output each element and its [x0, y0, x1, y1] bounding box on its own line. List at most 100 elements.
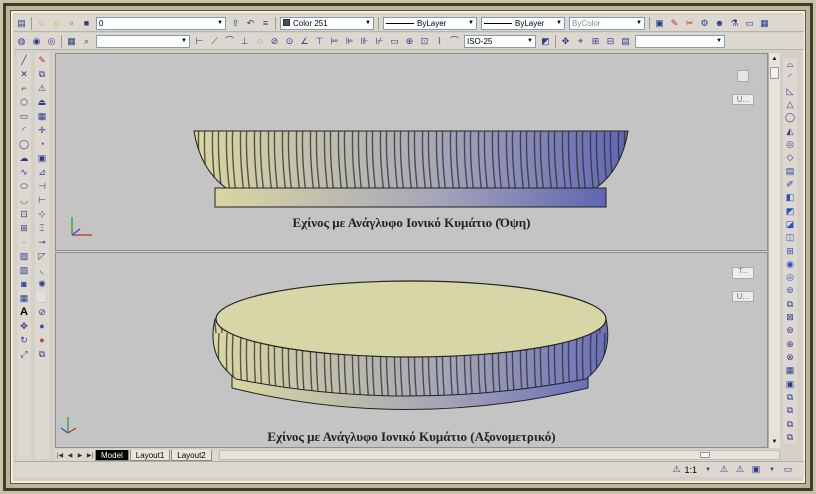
rectangle-icon[interactable]: ▭: [18, 110, 30, 122]
zoom-realtime-icon[interactable]: ⌖: [574, 35, 587, 48]
plotstyle-combo[interactable]: ByColor ▼: [569, 16, 645, 30]
plot-icon[interactable]: ⚙: [698, 17, 711, 30]
earth-icon[interactable]: ◍: [15, 35, 28, 48]
diameter-icon[interactable]: ⊙: [283, 35, 296, 48]
stack4-icon[interactable]: ⧉: [784, 432, 796, 443]
cone-icon[interactable]: ◭: [784, 126, 796, 137]
gradient-icon[interactable]: ▧: [18, 264, 30, 276]
cylinder-icon[interactable]: ⌓: [784, 59, 796, 70]
horizontal-scrollbar[interactable]: [218, 450, 780, 460]
ellipse-icon[interactable]: ⬭: [18, 180, 30, 192]
clean-screen-icon[interactable]: ▭: [781, 464, 795, 476]
color-sphere-icon[interactable]: ●: [36, 334, 48, 346]
properties-icon[interactable]: ▤: [619, 35, 632, 48]
layer-combo[interactable]: 0 ▼: [96, 16, 226, 30]
lock-icon[interactable]: ▫: [65, 17, 78, 30]
interfere-icon[interactable]: ⊠: [784, 312, 796, 323]
viewport-axonometric[interactable]: Εχίνος με Ανάγλυφο Ιονικό Κυμάτιο (Αξονο…: [55, 252, 768, 448]
polyline-icon[interactable]: ⌐: [18, 82, 30, 94]
move2-icon[interactable]: ✛: [36, 124, 48, 136]
inspection-icon[interactable]: ⊡: [418, 35, 431, 48]
sweep-icon[interactable]: ◫: [784, 232, 796, 243]
array-icon[interactable]: ▦: [36, 110, 48, 122]
dimstyle-combo[interactable]: ISO-25 ▼: [464, 34, 536, 48]
layer-previous-icon[interactable]: ↶: [244, 17, 257, 30]
angular-icon[interactable]: ∠: [298, 35, 311, 48]
linear-dim-icon[interactable]: ⊢: [193, 35, 206, 48]
dim-edit-icon[interactable]: ⌒: [448, 35, 461, 48]
baseline-icon[interactable]: ⊨: [328, 35, 341, 48]
prev-tab-icon[interactable]: ◀: [65, 452, 75, 459]
chamfer-icon[interactable]: ◸: [36, 250, 48, 262]
first-tab-icon[interactable]: |◀: [55, 452, 65, 459]
tolerance-icon[interactable]: ▭: [388, 35, 401, 48]
save-icon[interactable]: ✂: [683, 17, 696, 30]
stretch-icon[interactable]: ⊿: [36, 166, 48, 178]
zoom-prev-icon[interactable]: ⊟: [604, 35, 617, 48]
hscroll-thumb[interactable]: [699, 452, 710, 458]
ordinate-icon[interactable]: ⊥: [238, 35, 251, 48]
annotation-visibility-icon[interactable]: ⚠: [717, 464, 731, 476]
jogged-linear-icon[interactable]: ⌇: [433, 35, 446, 48]
make-block-icon[interactable]: ⊞: [18, 222, 30, 234]
zoom-icon[interactable]: ⌕: [80, 35, 93, 48]
named-views-combo[interactable]: ▼: [96, 34, 190, 48]
revolve-icon[interactable]: ◩: [784, 205, 796, 216]
workspace-combo[interactable]: ▼: [635, 34, 725, 48]
render-icon[interactable]: ◉: [30, 35, 43, 48]
extrude-icon[interactable]: ◧: [784, 192, 796, 203]
revcloud-icon[interactable]: ☁: [18, 152, 30, 164]
stack1-icon[interactable]: ⧉: [784, 392, 796, 403]
rotate2-icon[interactable]: ◔: [36, 138, 48, 150]
ellipse-arc-icon[interactable]: ◡: [18, 194, 30, 206]
continue-icon[interactable]: ⊫: [343, 35, 356, 48]
orbit-icon[interactable]: ⊛: [784, 325, 796, 336]
wedge-icon[interactable]: ◺: [784, 86, 796, 97]
viewport-elevation[interactable]: Εχίνος με Ανάγλυφο Ιονικό Κυμάτιο (Όψη) …: [55, 53, 768, 251]
pan-icon[interactable]: ✥: [559, 35, 572, 48]
circle-icon[interactable]: ◯: [18, 138, 30, 150]
tab-model[interactable]: Model: [95, 449, 129, 461]
visual-styles-icon[interactable]: ▣: [784, 379, 796, 390]
scale2-icon[interactable]: ▣: [36, 152, 48, 164]
center-mark-icon[interactable]: ⊕: [403, 35, 416, 48]
sun-icon[interactable]: ☼: [50, 17, 63, 30]
fillet-icon[interactable]: ◟: [36, 264, 48, 276]
mtext-icon[interactable]: A: [18, 306, 30, 318]
viewcube-top[interactable]: U...: [728, 70, 758, 105]
radius-icon[interactable]: ◌: [253, 35, 266, 48]
layer-manager-icon[interactable]: ▤: [15, 17, 28, 30]
region-icon[interactable]: ◙: [18, 278, 30, 290]
dim-style-icon[interactable]: ◩: [539, 35, 552, 48]
extend-icon[interactable]: ⊢: [36, 194, 48, 206]
erase-icon[interactable]: ✎: [36, 54, 48, 66]
color-combo[interactable]: Color 251 ▼: [280, 16, 374, 30]
xline-icon[interactable]: ✕: [18, 68, 30, 80]
diamond-icon[interactable]: ◇: [784, 152, 796, 163]
stack3-icon[interactable]: ⧉: [784, 418, 796, 429]
material-icon[interactable]: ◎: [45, 35, 58, 48]
print-icon[interactable]: ▭: [743, 17, 756, 30]
linetype-combo[interactable]: ByLayer ▼: [383, 16, 477, 30]
slice-icon[interactable]: ⧉: [784, 299, 796, 310]
annotation-scale[interactable]: 1:1: [684, 465, 697, 475]
join-icon[interactable]: ⊸: [36, 236, 48, 248]
lock-toolbar-icon[interactable]: ▣: [749, 464, 763, 476]
shade-icon[interactable]: ⊕: [784, 339, 796, 350]
stack2-icon[interactable]: ⧉: [784, 405, 796, 416]
scroll-down-icon[interactable]: ▼: [770, 437, 779, 447]
pyramid-icon[interactable]: △: [784, 99, 796, 110]
break-icon[interactable]: ⊬: [373, 35, 386, 48]
last-tab-icon[interactable]: ▶|: [85, 452, 95, 459]
mirror-icon[interactable]: ⚠: [36, 82, 48, 94]
bulb-icon[interactable]: ○: [35, 17, 48, 30]
insert-block-icon[interactable]: ⊡: [18, 208, 30, 220]
camera-icon[interactable]: ▦: [784, 365, 796, 376]
calc-icon[interactable]: ▦: [758, 17, 771, 30]
jogged-icon[interactable]: ⊘: [268, 35, 281, 48]
offset-icon[interactable]: ⏏: [36, 96, 48, 108]
arc2-icon[interactable]: ◜: [784, 72, 796, 83]
sphere2-icon[interactable]: ◯: [784, 112, 796, 123]
table-icon[interactable]: ▦: [18, 292, 30, 304]
lineweight-combo[interactable]: ByLayer ▼: [481, 16, 565, 30]
